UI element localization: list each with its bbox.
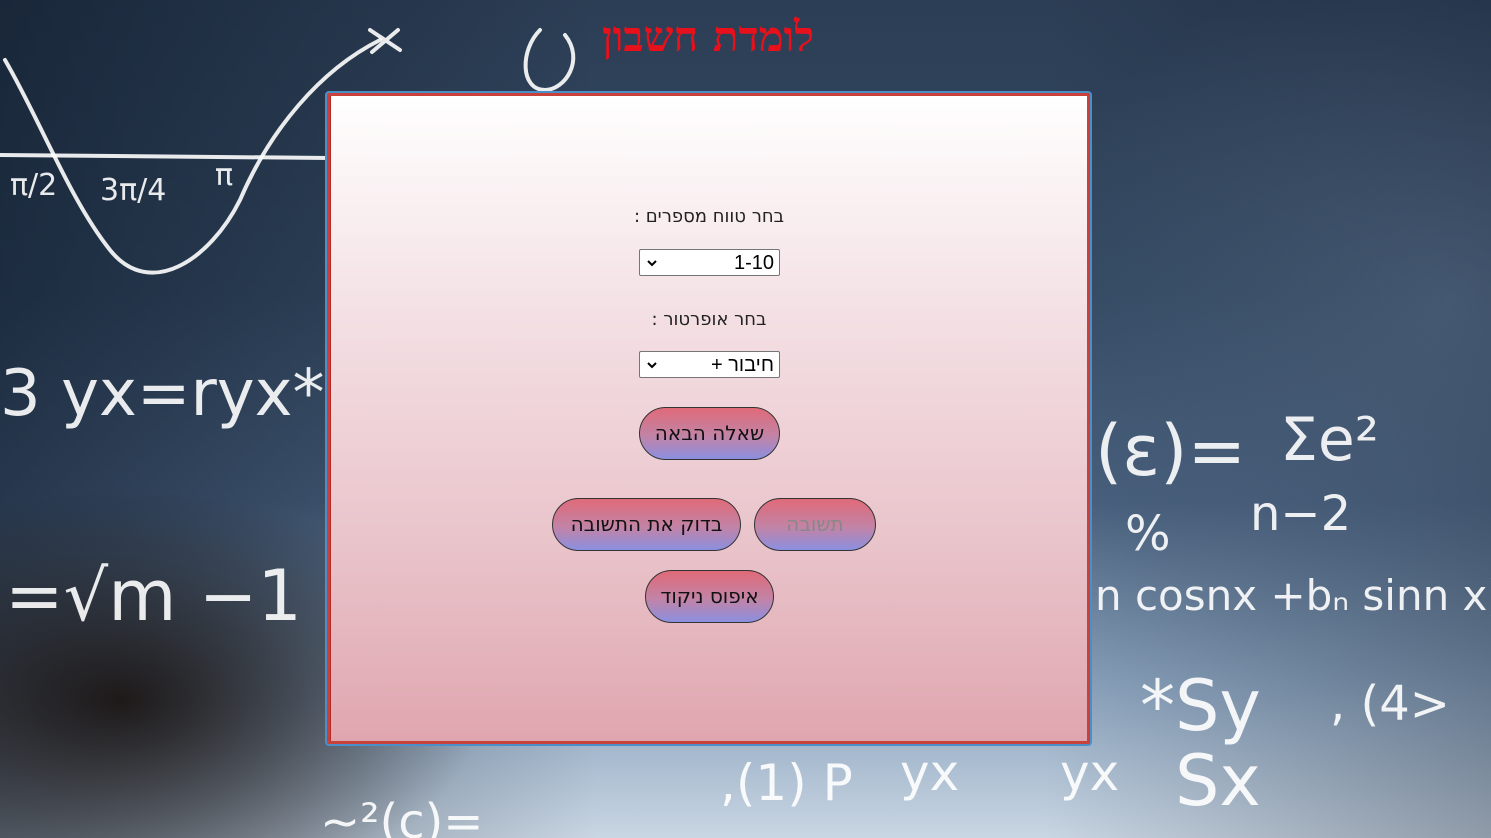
svg-text:n−2: n−2 xyxy=(1250,486,1351,542)
quiz-panel-content: בחר טווח מספרים : 1-10 בחר אופרטור : חיב… xyxy=(330,96,1087,741)
range-select-value: 1-10 xyxy=(733,252,774,274)
svg-text:3 yx=ryx*: 3 yx=ryx* xyxy=(0,357,325,431)
operator-select-value: חיבור + xyxy=(710,354,774,376)
svg-text:, (4>: , (4> xyxy=(1330,676,1450,732)
answer-button[interactable]: תשובה xyxy=(754,498,876,551)
page-title: לומדת חשבון xyxy=(601,12,814,61)
quiz-panel: בחר טווח מספרים : 1-10 בחר אופרטור : חיב… xyxy=(325,91,1092,746)
svg-text:=√m −1: =√m −1 xyxy=(5,555,302,637)
svg-text:Σe²: Σe² xyxy=(1280,405,1379,475)
svg-text:3π/4: 3π/4 xyxy=(100,173,166,208)
range-label: בחר טווח מספרים : xyxy=(633,206,785,227)
svg-text:%: % xyxy=(1125,506,1171,562)
svg-text:π: π xyxy=(215,158,233,193)
svg-text:*Sy: *Sy xyxy=(1140,665,1261,747)
operator-select[interactable]: חיבור + xyxy=(639,351,780,378)
operator-label: בחר אופרטור : xyxy=(651,309,767,330)
svg-text:π/2: π/2 xyxy=(10,168,57,203)
reset-score-button[interactable]: איפוס ניקוד xyxy=(645,570,774,623)
svg-text:~²(c)=: ~²(c)= xyxy=(320,794,484,838)
svg-text:(ε)=: (ε)= xyxy=(1095,410,1246,492)
check-answer-button[interactable]: בדוק את התשובה xyxy=(552,498,741,551)
svg-text:Sx: Sx xyxy=(1175,740,1261,822)
svg-text:n cosnx +bₙ sinn x): n cosnx +bₙ sinn x) xyxy=(1095,571,1491,620)
svg-text:yx: yx xyxy=(1060,744,1119,802)
next-question-button[interactable]: שאלה הבאה xyxy=(639,407,780,460)
chevron-down-icon xyxy=(647,362,657,369)
chevron-down-icon xyxy=(647,260,657,267)
svg-text:,(1) P: ,(1) P xyxy=(720,754,853,812)
range-select[interactable]: 1-10 xyxy=(639,249,780,276)
svg-text:yx: yx xyxy=(900,744,959,802)
